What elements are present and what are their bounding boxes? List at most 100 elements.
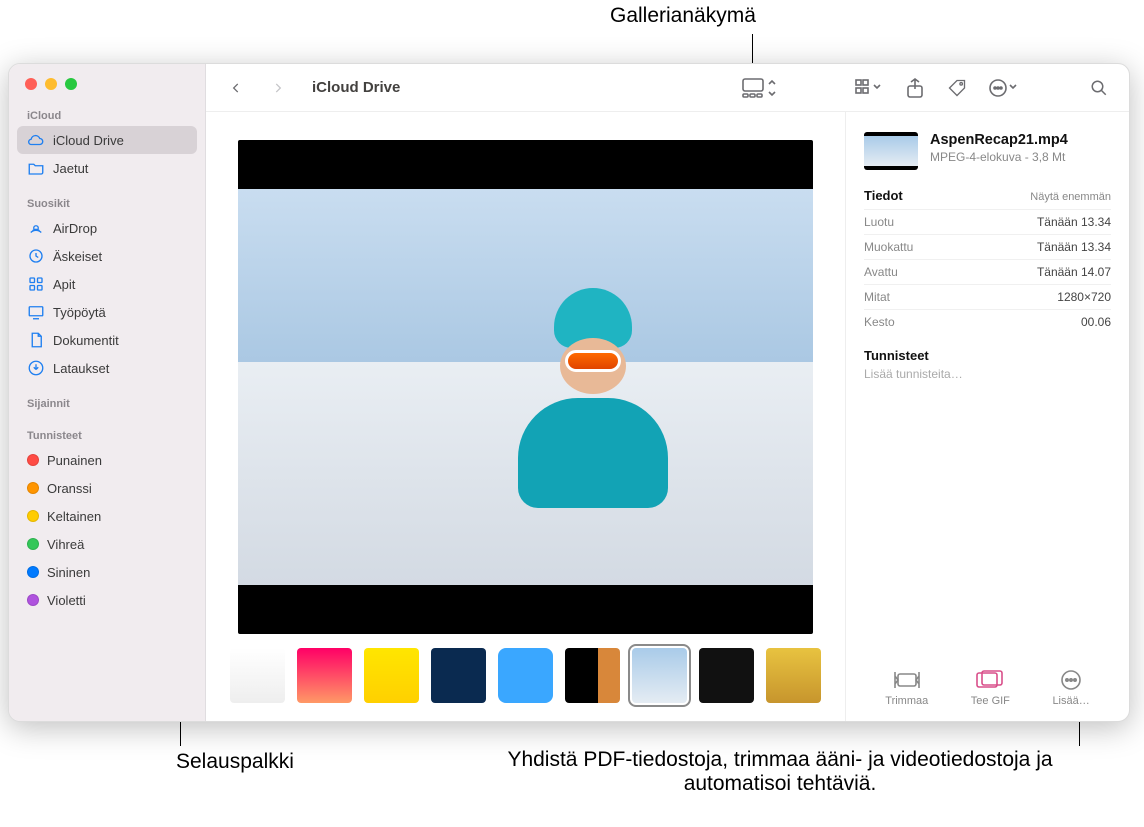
sidebar-tag-blue[interactable]: Sininen [17,558,197,586]
sidebar-item-documents[interactable]: Dokumentit [17,326,197,354]
tag-dot-icon [27,454,39,466]
info-key: Mitat [864,290,890,304]
action-label: Lisää… [1052,695,1089,707]
gallery-pane [206,112,845,721]
thumb-item-folder[interactable] [498,648,553,703]
sidebar-item-label: iCloud Drive [53,133,124,148]
close-window-button[interactable] [25,78,37,90]
cloud-icon [27,131,45,149]
apps-icon [27,275,45,293]
gif-action[interactable]: Tee GIF [971,669,1010,707]
quick-actions: Trimmaa Tee GIF Lisää… [864,661,1111,707]
sidebar-item-recents[interactable]: Äskeiset [17,242,197,270]
info-value: Tänään 13.34 [1037,215,1111,229]
sidebar-tag-green[interactable]: Vihreä [17,530,197,558]
info-value: 1280×720 [1057,290,1111,304]
trim-icon [892,669,922,691]
tags-button[interactable] [943,74,971,102]
callout-browse-bar: Selauspalkki [176,750,294,774]
info-row: Kesto 00.06 [864,309,1111,334]
thumb-item[interactable] [230,648,285,703]
more-actions-button[interactable] [985,74,1021,102]
sidebar-tag-orange[interactable]: Oranssi [17,474,197,502]
callout-line [1079,722,1080,746]
sidebar-item-label: Työpöytä [53,305,106,320]
add-tags-input[interactable]: Lisää tunnisteita… [864,367,1111,381]
window-controls [17,72,197,104]
info-key: Luotu [864,215,894,229]
finder-window: iCloud iCloud Drive Jaetut Suosikit AirD… [8,63,1130,722]
show-more-button[interactable]: Näytä enemmän [1030,191,1111,203]
search-button[interactable] [1085,74,1113,102]
sidebar-item-downloads[interactable]: Lataukset [17,354,197,382]
sidebar-section-icloud: iCloud [17,104,197,126]
sidebar-item-label: Jaetut [53,161,88,176]
view-switcher-gallery[interactable] [737,74,781,102]
tags-section-title: Tunnisteet [864,348,1111,363]
info-value: Tänään 13.34 [1037,240,1111,254]
info-key: Kesto [864,315,895,329]
shared-folder-icon [27,159,45,177]
sidebar-tag-violet[interactable]: Violetti [17,586,197,614]
info-filename: AspenRecap21.mp4 [930,132,1068,148]
gif-icon [975,669,1005,691]
sidebar-item-shared[interactable]: Jaetut [17,154,197,182]
sidebar-item-label: Dokumentit [53,333,119,348]
sidebar-item-label: Vihreä [47,537,84,552]
callout-gallery-view: Gallerianäkymä [610,4,756,28]
sidebar-item-label: AirDrop [53,221,97,236]
thumb-item[interactable] [297,648,352,703]
toolbar: iCloud Drive [206,64,1129,112]
thumb-item-selected[interactable] [632,648,687,703]
sidebar-tag-yellow[interactable]: Keltainen [17,502,197,530]
thumb-item[interactable] [431,648,486,703]
share-button[interactable] [901,74,929,102]
sidebar-item-icloud-drive[interactable]: iCloud Drive [17,126,197,154]
info-value: 00.06 [1081,315,1111,329]
sidebar-section-tags: Tunnisteet [17,424,197,446]
sidebar-item-airdrop[interactable]: AirDrop [17,214,197,242]
thumb-item[interactable] [364,648,419,703]
airdrop-icon [27,219,45,237]
download-icon [27,359,45,377]
sidebar-item-apps[interactable]: Apit [17,270,197,298]
minimize-window-button[interactable] [45,78,57,90]
more-icon [1056,669,1086,691]
sidebar-item-label: Oranssi [47,481,92,496]
sidebar: iCloud iCloud Drive Jaetut Suosikit AirD… [9,64,206,721]
trim-action[interactable]: Trimmaa [885,669,928,707]
forward-button[interactable] [264,74,292,102]
thumb-item[interactable] [699,648,754,703]
preview-image[interactable] [238,140,813,634]
info-subtitle: MPEG-4-elokuva - 3,8 Mt [930,150,1068,164]
sidebar-section-favorites: Suosikit [17,192,197,214]
info-thumbnail [864,132,918,170]
sidebar-item-label: Apit [53,277,75,292]
info-value: Tänään 14.07 [1037,265,1111,279]
sidebar-item-label: Punainen [47,453,102,468]
info-row: Muokattu Tänään 13.34 [864,234,1111,259]
info-row: Avattu Tänään 14.07 [864,259,1111,284]
group-by-button[interactable] [849,74,887,102]
sidebar-item-desktop[interactable]: Työpöytä [17,298,197,326]
content-area: AspenRecap21.mp4 MPEG-4-elokuva - 3,8 Mt… [206,112,1129,721]
action-label: Tee GIF [971,695,1010,707]
clock-icon [27,247,45,265]
info-section-title: Tiedot [864,188,903,203]
action-label: Trimmaa [885,695,928,707]
sidebar-tag-red[interactable]: Punainen [17,446,197,474]
info-key: Avattu [864,265,898,279]
thumb-item[interactable] [565,648,620,703]
thumb-item[interactable] [766,648,821,703]
sidebar-item-label: Sininen [47,565,90,580]
more-action[interactable]: Lisää… [1052,669,1089,707]
desktop-icon [27,303,45,321]
sidebar-section-locations: Sijainnit [17,392,197,414]
fullscreen-window-button[interactable] [65,78,77,90]
info-key: Muokattu [864,240,913,254]
tag-dot-icon [27,482,39,494]
sidebar-item-label: Violetti [47,593,86,608]
tag-dot-icon [27,566,39,578]
tag-dot-icon [27,538,39,550]
back-button[interactable] [222,74,250,102]
